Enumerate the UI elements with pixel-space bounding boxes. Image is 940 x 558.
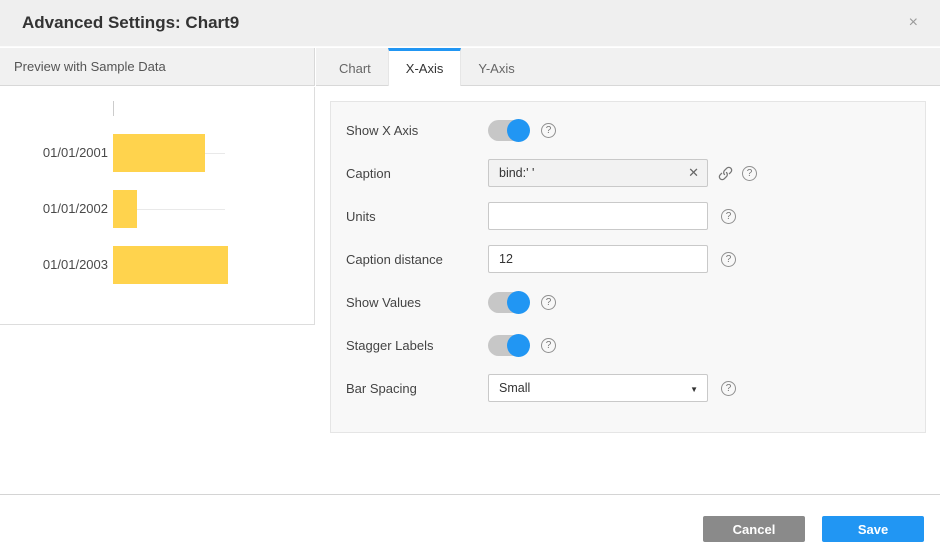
caption-input[interactable]	[488, 159, 708, 187]
tab-bar: Chart X-Axis Y-Axis	[316, 48, 940, 86]
units-input[interactable]	[488, 202, 708, 230]
form-row-caption: Caption ✕ ?	[346, 159, 925, 187]
form-row-units: Units ?	[346, 202, 925, 230]
form-row-bar-spacing: Bar Spacing Small ▼ ?	[346, 374, 925, 402]
caption-input-wrap: ✕	[488, 159, 708, 187]
help-icon[interactable]: ?	[742, 166, 757, 181]
help-icon[interactable]: ?	[721, 252, 736, 267]
bar	[113, 190, 137, 228]
bar	[113, 246, 228, 284]
help-icon[interactable]: ?	[721, 381, 736, 396]
field-label: Caption distance	[346, 252, 488, 267]
chart-preview: 01/01/2001 01/01/2002 01/01/2003	[0, 87, 315, 325]
form-row-stagger-labels: Stagger Labels ?	[346, 331, 925, 359]
x-axis-settings-card: Show X Axis ? Caption ✕ ? Units ? Captio…	[330, 101, 926, 433]
field-label: Show Values	[346, 295, 488, 310]
show-x-axis-toggle[interactable]	[488, 120, 528, 141]
toggle-thumb	[507, 291, 530, 314]
dropdown-arrow-icon: ▼	[690, 385, 698, 394]
tab-x-axis[interactable]: X-Axis	[388, 48, 462, 86]
footer-divider	[0, 494, 940, 495]
field-label: Caption	[346, 166, 488, 181]
field-label: Units	[346, 209, 488, 224]
bar-label: 01/01/2003	[0, 257, 108, 272]
clear-icon[interactable]: ✕	[688, 165, 699, 181]
help-icon[interactable]: ?	[541, 338, 556, 353]
form-row-show-x-axis: Show X Axis ?	[346, 116, 925, 144]
link-icon[interactable]	[717, 165, 734, 182]
close-icon[interactable]: ×	[909, 13, 918, 33]
preview-header: Preview with Sample Data	[0, 48, 315, 86]
stagger-labels-toggle[interactable]	[488, 335, 528, 356]
caption-distance-input[interactable]	[488, 245, 708, 273]
tab-y-axis[interactable]: Y-Axis	[461, 48, 531, 85]
bar	[113, 134, 205, 172]
save-button[interactable]: Save	[822, 516, 924, 542]
help-icon[interactable]: ?	[541, 295, 556, 310]
help-icon[interactable]: ?	[541, 123, 556, 138]
dialog-header: Advanced Settings: Chart9 ×	[0, 0, 940, 47]
bar-label: 01/01/2002	[0, 201, 108, 216]
help-icon[interactable]: ?	[721, 209, 736, 224]
field-label: Bar Spacing	[346, 381, 488, 396]
toggle-thumb	[507, 119, 530, 142]
selected-option: Small	[499, 381, 530, 395]
dialog-title: Advanced Settings: Chart9	[22, 13, 239, 33]
cancel-button[interactable]: Cancel	[703, 516, 805, 542]
form-row-show-values: Show Values ?	[346, 288, 925, 316]
bar-spacing-select[interactable]: Small ▼	[488, 374, 708, 402]
bar-label: 01/01/2001	[0, 145, 108, 160]
axis-tick	[113, 101, 114, 116]
tab-chart[interactable]: Chart	[322, 48, 388, 85]
preview-header-label: Preview with Sample Data	[14, 59, 166, 74]
show-values-toggle[interactable]	[488, 292, 528, 313]
field-label: Stagger Labels	[346, 338, 488, 353]
advanced-settings-dialog: Advanced Settings: Chart9 × Preview with…	[0, 0, 940, 558]
toggle-thumb	[507, 334, 530, 357]
form-row-caption-distance: Caption distance ?	[346, 245, 925, 273]
field-label: Show X Axis	[346, 123, 488, 138]
